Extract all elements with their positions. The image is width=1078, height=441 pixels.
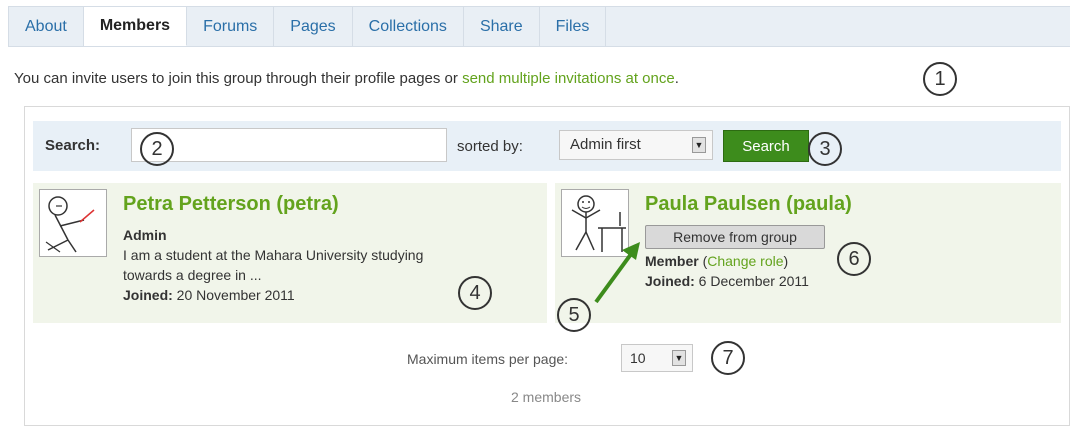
tab-about[interactable]: About [8,6,84,46]
sort-select[interactable]: Admin first ▼ [559,130,713,160]
joined-label: Joined: [123,287,173,303]
remove-from-group-button[interactable]: Remove from group [645,225,825,249]
callout-3: 3 [808,132,842,166]
callout-4: 4 [458,276,492,310]
joined-date: 6 December 2011 [694,273,809,289]
member-joined: Joined: 6 December 2011 [645,271,809,291]
member-count: 2 members [511,389,582,405]
member-role: Member [645,253,699,269]
callout-5: 5 [557,298,591,332]
tab-forums[interactable]: Forums [187,6,275,46]
member-role-line: Member (Change role) [645,251,788,271]
invite-intro-end: . [674,70,679,87]
callout-6: 6 [837,242,871,276]
callout-arrow-icon [594,242,640,304]
joined-date: 20 November 2011 [172,287,295,303]
search-bar: Search: sorted by: Admin first ▼ Search [33,121,1061,171]
change-role-link[interactable]: Change role [707,253,783,269]
change-role-open: ( [698,253,708,269]
search-label: Search: [45,137,101,154]
send-invitations-link[interactable]: send multiple invitations at once [462,70,675,87]
member-name-paula[interactable]: Paula Paulsen (paula) [645,193,852,216]
member-role: Admin [123,227,167,243]
sort-select-value: Admin first [570,136,641,153]
max-items-value: 10 [630,350,646,366]
search-button[interactable]: Search [723,130,809,162]
sorted-by-label: sorted by: [457,138,523,155]
invite-intro-text: You can invite users to join this group … [14,70,463,87]
callout-2: 2 [140,132,174,166]
tab-bar: About Members Forums Pages Collections S… [8,6,1070,47]
tab-pages[interactable]: Pages [274,6,353,46]
tab-share[interactable]: Share [463,6,540,46]
callout-1: 1 [923,62,957,96]
member-joined: Joined: 20 November 2011 [123,285,295,305]
tab-files[interactable]: Files [539,6,607,46]
tab-members[interactable]: Members [83,6,188,46]
avatar[interactable] [39,189,107,257]
members-panel: Search: sorted by: Admin first ▼ Search … [24,106,1070,426]
member-bio-line2: towards a degree in ... [123,267,262,283]
member-bio-line1: I am a student at the Mahara University … [123,247,424,263]
member-name-petra[interactable]: Petra Petterson (petra) [123,193,339,216]
chevron-down-icon: ▼ [672,350,686,366]
invite-intro: You can invite users to join this group … [14,70,679,87]
stick-figure-avatar-icon [45,196,95,253]
search-input[interactable] [131,128,447,162]
callout-7: 7 [711,341,745,375]
max-items-label: Maximum items per page: [407,351,569,367]
change-role-close: ) [783,253,789,269]
max-items-select[interactable]: 10 ▼ [621,344,693,372]
tab-collections[interactable]: Collections [352,6,464,46]
chevron-down-icon: ▼ [692,137,706,153]
tab-bar-filler [606,6,1070,46]
joined-label: Joined: [645,273,695,289]
